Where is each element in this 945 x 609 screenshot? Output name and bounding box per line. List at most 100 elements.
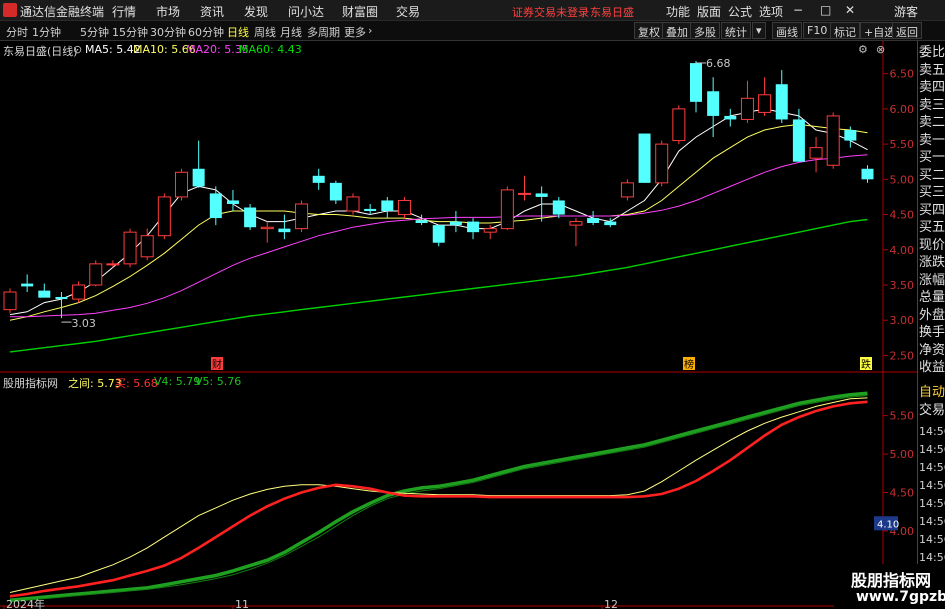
menu-gongneng[interactable]: 功能 (666, 3, 690, 20)
menu-shichang[interactable]: 市场 (156, 3, 180, 20)
diejia-button[interactable]: 叠加 (662, 22, 692, 39)
tab-1min[interactable]: 1分钟 (32, 24, 61, 40)
dropdown-icon[interactable]: ▾ (752, 22, 766, 39)
tab-60min[interactable]: 60分钟 (188, 24, 224, 40)
trade-time: 14:56 (919, 533, 945, 546)
menu-bar: 通达信金融终端 行情 市场 资讯 发现 问小达 财富圈 交易 证券交易未登录 东… (0, 0, 945, 21)
quote-label: 涨幅 (919, 272, 945, 288)
candle (295, 200, 309, 233)
fuquan-button[interactable]: 复权 (634, 22, 664, 39)
menu-wenxiaoda[interactable]: 问小达 (288, 3, 324, 20)
candle-body (72, 284, 86, 300)
indicator-line-mai (9, 400, 868, 598)
indicator-line-v5 (9, 395, 868, 603)
x-tick-label: 11 (235, 598, 249, 609)
menu-faxian[interactable]: 发现 (244, 3, 268, 20)
biaoji-button[interactable]: 标记 (830, 22, 860, 39)
quote-label: 换手 (919, 325, 945, 340)
candle-body (260, 226, 274, 230)
menu-gongshi[interactable]: 公式 (728, 3, 752, 20)
candle-body (346, 196, 360, 212)
tab-gengduo[interactable]: 更多 (344, 24, 366, 40)
ma-line-ma5 (9, 108, 868, 316)
guest-label[interactable]: 游客 (894, 3, 918, 20)
quote-label: 外盘 (919, 307, 945, 323)
pane-close-icon[interactable]: ⊗ (876, 43, 885, 56)
y-tick-label: 5.00 (890, 448, 915, 461)
menu-caifuquan[interactable]: 财富圈 (342, 3, 378, 20)
maximize-icon[interactable]: □ (820, 3, 831, 17)
trade-time: 14:56 (919, 425, 945, 438)
quote-tab[interactable]: 自动 (919, 384, 945, 402)
settings-icon[interactable]: ⊙ (73, 43, 82, 56)
y-tick-label: 4.00 (890, 244, 915, 257)
duogu-button[interactable]: 多股 (690, 22, 720, 39)
candle (809, 137, 823, 173)
legend-v4: V4: 5.79 (154, 375, 201, 388)
tab-yuexian[interactable]: 月线 (280, 24, 302, 40)
y-axis: 2.503.003.504.004.505.005.506.006.503.50… (890, 68, 915, 577)
menu-hangqing[interactable]: 行情 (112, 3, 136, 20)
f10-button[interactable]: F10 (803, 22, 832, 39)
candle-body (3, 291, 17, 311)
candle (72, 281, 86, 303)
menu-zixun[interactable]: 资讯 (200, 3, 224, 20)
tab-5min[interactable]: 5分钟 (80, 24, 109, 40)
candle-body (278, 228, 291, 233)
tab-duozhouqi[interactable]: 多周期 (307, 24, 340, 40)
quote-panel: 委比 卖五 卖四 卖三 卖二 卖一 买一 买二 买三 买四 买五 现价 涨跌 涨幅 总量 外盘 换手 净资 收益 自… (917, 41, 945, 609)
tab-zhouxian[interactable]: 周线 (254, 24, 276, 40)
y-tick-label: 6.00 (890, 103, 915, 116)
menu-banmian[interactable]: 版面 (697, 3, 721, 20)
quote-label: 净资 (919, 342, 945, 358)
minimize-icon[interactable]: − (793, 3, 803, 17)
chart-area[interactable]: 2.503.003.504.004.505.005.506.006.503.50… (0, 41, 917, 609)
candle (38, 283, 51, 298)
tab-15min[interactable]: 15分钟 (112, 24, 148, 40)
candle (55, 292, 68, 319)
candle (346, 193, 360, 215)
candle-body (209, 193, 222, 219)
login-status[interactable]: 证券交易未登录 (512, 4, 589, 20)
candle-body (226, 200, 239, 204)
watermark-url: www.7gpzb.com (856, 589, 945, 605)
quote-label: 总量 (919, 290, 945, 305)
tab-30min[interactable]: 30分钟 (150, 24, 186, 40)
marker-die: 跌 (861, 358, 871, 371)
candle (21, 274, 34, 293)
x-tick-label: 2024年 (6, 597, 45, 609)
candle-body (758, 94, 772, 113)
candle-body (415, 220, 428, 223)
candle (244, 203, 257, 231)
candle-body (397, 199, 411, 216)
back-button[interactable]: 返回 (892, 22, 922, 39)
quote-label: 卖二 (919, 115, 945, 130)
close-icon[interactable]: ✕ (845, 3, 855, 17)
huaxian-button[interactable]: 画线 (772, 22, 802, 39)
chevron-right-icon[interactable]: › (368, 24, 372, 37)
candle-body (483, 228, 497, 233)
menu-xuanxiang[interactable]: 选项 (759, 3, 783, 20)
app-title: 通达信金融终端 (20, 5, 105, 19)
candle (826, 112, 840, 169)
legend-ma60: MA60: 4.43 (239, 43, 302, 56)
quote-label: 买一 (919, 150, 945, 165)
y-tick-label: 5.00 (890, 173, 915, 186)
candle-body (89, 263, 103, 286)
candle (312, 168, 325, 190)
x-tick-label: 12 (604, 598, 618, 609)
candle (638, 133, 651, 183)
y-tick-label: 5.50 (890, 138, 915, 151)
candle (192, 140, 205, 188)
candle (569, 218, 583, 247)
pane-settings-icon[interactable]: ⚙ (858, 43, 868, 56)
candle (209, 186, 222, 226)
legend-v5: V5: 5.76 (195, 375, 242, 388)
quote-label: 涨跌 (919, 255, 945, 270)
quote-label: 委比 (919, 45, 945, 60)
tab-rixian[interactable]: 日线 (227, 24, 249, 40)
menu-jiaoyi[interactable]: 交易 (396, 3, 420, 20)
quote-tab[interactable]: 交易 (919, 402, 945, 420)
tongji-button[interactable]: 统计 (721, 22, 751, 39)
tab-fenshi[interactable]: 分时 (6, 24, 28, 40)
